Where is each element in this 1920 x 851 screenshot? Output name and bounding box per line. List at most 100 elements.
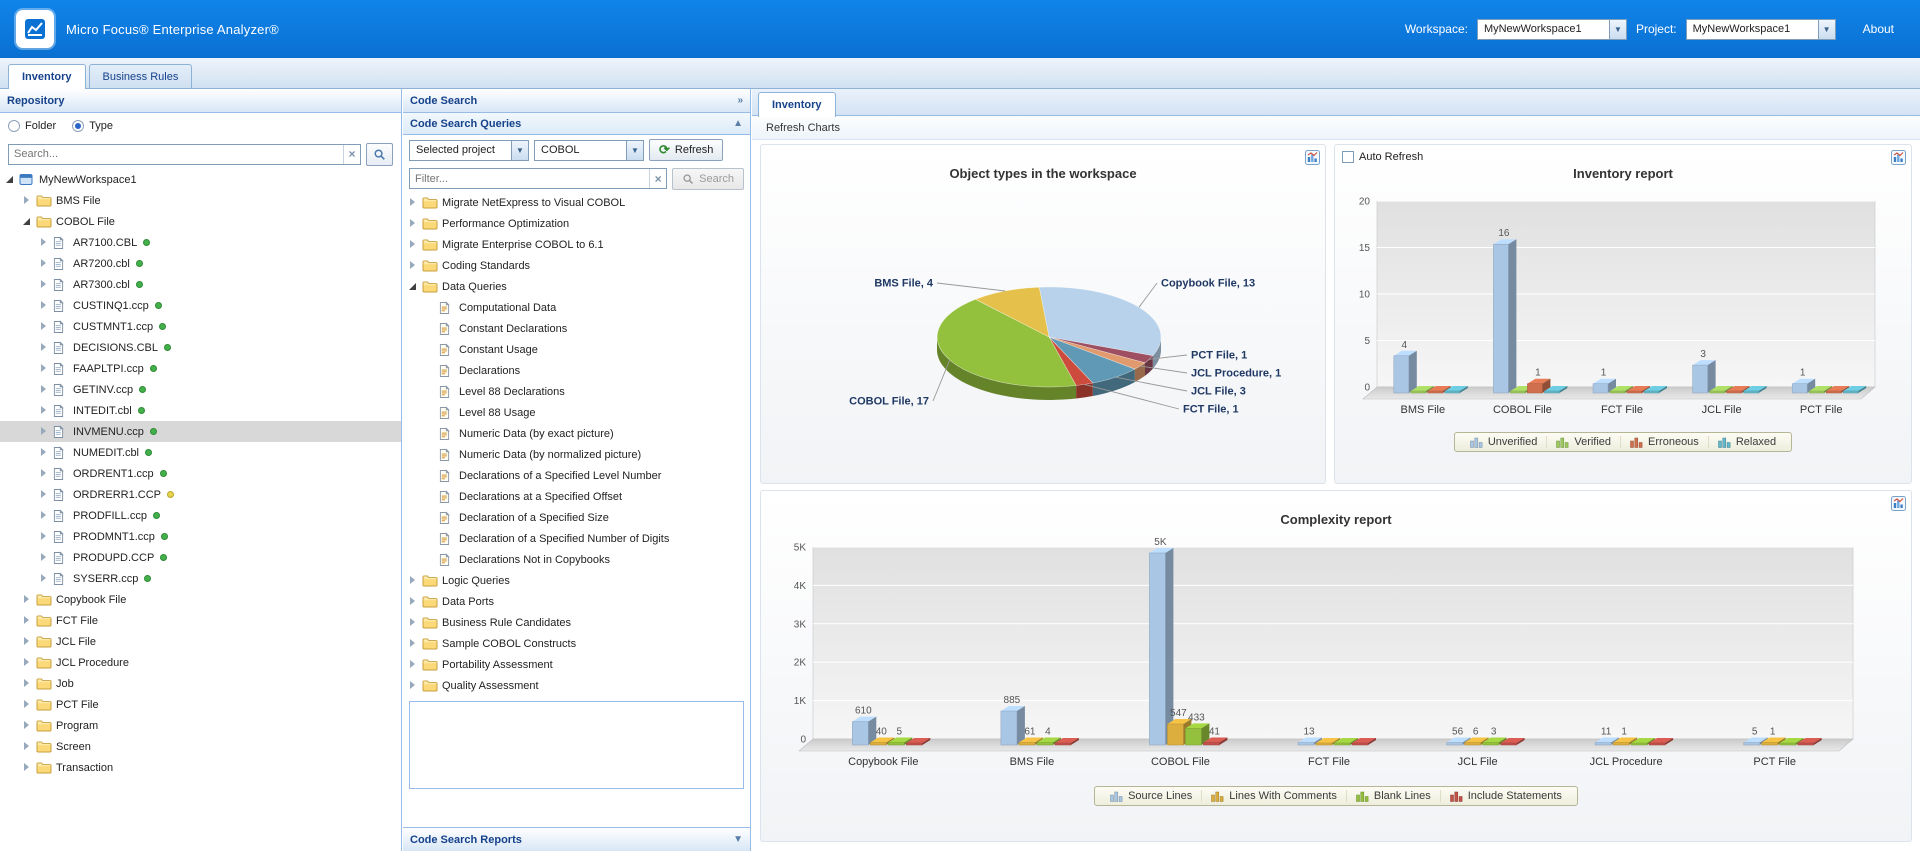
bar[interactable] [1149, 553, 1165, 745]
repo-tree-item[interactable]: Transaction [0, 757, 401, 778]
tab-business-rules[interactable]: Business Rules [89, 64, 193, 88]
clear-filter-icon[interactable]: × [649, 169, 666, 188]
repo-tree-item[interactable]: NUMEDIT.cbl [0, 442, 401, 463]
expand-arrow-icon[interactable] [21, 761, 34, 774]
bar[interactable] [888, 743, 904, 746]
expand-arrow-icon[interactable] [407, 574, 420, 587]
expand-arrow-icon[interactable] [407, 616, 420, 629]
expand-arrow-icon[interactable] [21, 194, 34, 207]
expand-arrow-icon[interactable] [38, 509, 51, 522]
bar[interactable] [1352, 743, 1368, 745]
expand-arrow-icon[interactable] [21, 740, 34, 753]
collapse-section-icon[interactable]: ▲ [733, 118, 743, 129]
repo-tree-item[interactable]: AR7300.cbl [0, 274, 401, 295]
bar[interactable] [906, 743, 922, 745]
bar[interactable] [1055, 743, 1071, 745]
expand-arrow-icon[interactable] [21, 719, 34, 732]
expand-arrow-icon[interactable] [38, 425, 51, 438]
bar[interactable] [1798, 743, 1814, 745]
expand-arrow-icon[interactable] [407, 595, 420, 608]
expand-arrow-icon[interactable] [38, 257, 51, 270]
code-search-query-item[interactable]: Logic Queries [403, 570, 750, 591]
repo-tree-item[interactable]: DECISIONS.CBL [0, 337, 401, 358]
project-select[interactable]: MyNewWorkspace1 ▼ [1686, 19, 1836, 40]
code-search-query-item[interactable]: Numeric Data (by normalized picture) [403, 444, 750, 465]
code-search-query-item[interactable]: Computational Data [403, 297, 750, 318]
bar[interactable] [1631, 743, 1647, 745]
repo-tree-item[interactable]: ORDRENT1.ccp [0, 463, 401, 484]
expand-arrow-icon[interactable] [21, 698, 34, 711]
language-select[interactable]: COBOL ▼ [534, 140, 644, 161]
bar[interactable] [1843, 391, 1858, 393]
expand-arrow-icon[interactable] [21, 677, 34, 690]
expand-arrow-icon[interactable] [38, 341, 51, 354]
repo-tree-item[interactable]: BMS File [0, 190, 401, 211]
repo-tree-item[interactable]: INVMENU.ccp [0, 421, 401, 442]
code-search-query-item[interactable]: Declarations [403, 360, 750, 381]
expand-arrow-icon[interactable] [407, 196, 420, 209]
code-search-query-item[interactable]: Migrate NetExpress to Visual COBOL [403, 192, 750, 213]
bar[interactable] [1644, 391, 1659, 393]
filter-input[interactable] [410, 173, 649, 185]
expand-arrow-icon[interactable] [407, 217, 420, 230]
expand-arrow-icon[interactable] [38, 530, 51, 543]
repo-tree-item[interactable]: Program [0, 715, 401, 736]
expand-arrow-icon[interactable] [38, 551, 51, 564]
expand-arrow-icon[interactable] [21, 656, 34, 669]
bar[interactable] [1167, 724, 1183, 745]
bar[interactable] [1394, 356, 1409, 393]
bar[interactable] [1710, 391, 1725, 393]
bar[interactable] [1483, 743, 1499, 746]
radio-type[interactable]: Type [72, 120, 113, 132]
repo-tree-item[interactable]: PRODFILL.ccp [0, 505, 401, 526]
repo-tree-item[interactable]: SYSERR.ccp [0, 568, 401, 589]
expand-arrow-icon[interactable] [38, 467, 51, 480]
expand-arrow-icon[interactable] [38, 572, 51, 585]
repo-tree-item[interactable]: PRODUPD.CCP [0, 547, 401, 568]
bar[interactable] [1762, 743, 1778, 746]
code-search-query-item[interactable]: Level 88 Usage [403, 402, 750, 423]
clear-search-icon[interactable]: × [343, 145, 360, 164]
expand-arrow-icon[interactable] [38, 320, 51, 333]
bar[interactable] [1826, 391, 1841, 393]
bar[interactable] [1501, 743, 1517, 745]
repo-tree-item[interactable]: GETINV.ccp [0, 379, 401, 400]
code-search-query-item[interactable]: Portability Assessment [403, 654, 750, 675]
bar[interactable] [1610, 391, 1625, 393]
expand-arrow-icon[interactable] [38, 383, 51, 396]
bar[interactable] [1809, 391, 1824, 393]
bar[interactable] [1445, 391, 1460, 393]
code-search-query-item[interactable]: Migrate Enterprise COBOL to 6.1 [403, 234, 750, 255]
code-search-query-item[interactable]: Declarations Not in Copybooks [403, 549, 750, 570]
repo-tree-item[interactable]: PRODMNT1.ccp [0, 526, 401, 547]
bar[interactable] [1019, 743, 1035, 746]
bar[interactable] [1613, 743, 1629, 746]
bar[interactable] [1316, 743, 1332, 745]
repository-search-button[interactable] [366, 143, 393, 166]
auto-refresh-checkbox[interactable]: Auto Refresh [1342, 151, 1423, 163]
bar[interactable] [1203, 743, 1219, 746]
refresh-charts-button[interactable]: Refresh Charts [760, 120, 846, 136]
repository-search-input[interactable] [9, 148, 343, 160]
code-search-query-item[interactable]: Declarations of a Specified Level Number [403, 465, 750, 486]
bar[interactable] [1792, 384, 1807, 393]
about-link[interactable]: About [1863, 22, 1894, 36]
repo-tree-item[interactable]: FAAPLTPI.ccp [0, 358, 401, 379]
repo-tree-item[interactable]: Copybook File [0, 589, 401, 610]
bar[interactable] [870, 743, 886, 746]
code-search-query-item[interactable]: Declarations at a Specified Offset [403, 486, 750, 507]
expand-arrow-icon[interactable] [38, 236, 51, 249]
bar[interactable] [1037, 743, 1053, 746]
code-search-query-item[interactable]: Constant Usage [403, 339, 750, 360]
code-search-query-item[interactable]: Sample COBOL Constructs [403, 633, 750, 654]
tab-inventory[interactable]: Inventory [8, 64, 86, 89]
bar[interactable] [1649, 743, 1665, 745]
repo-tree-item[interactable]: MyNewWorkspace1 [0, 169, 401, 190]
expand-arrow-icon[interactable] [38, 299, 51, 312]
maximize-chart-icon[interactable] [1891, 150, 1906, 165]
expand-arrow-icon[interactable] [407, 259, 420, 272]
expand-arrow-icon[interactable] [38, 446, 51, 459]
bar[interactable] [1595, 743, 1611, 746]
code-search-query-item[interactable]: Numeric Data (by exact picture) [403, 423, 750, 444]
expand-arrow-icon[interactable] [21, 614, 34, 627]
